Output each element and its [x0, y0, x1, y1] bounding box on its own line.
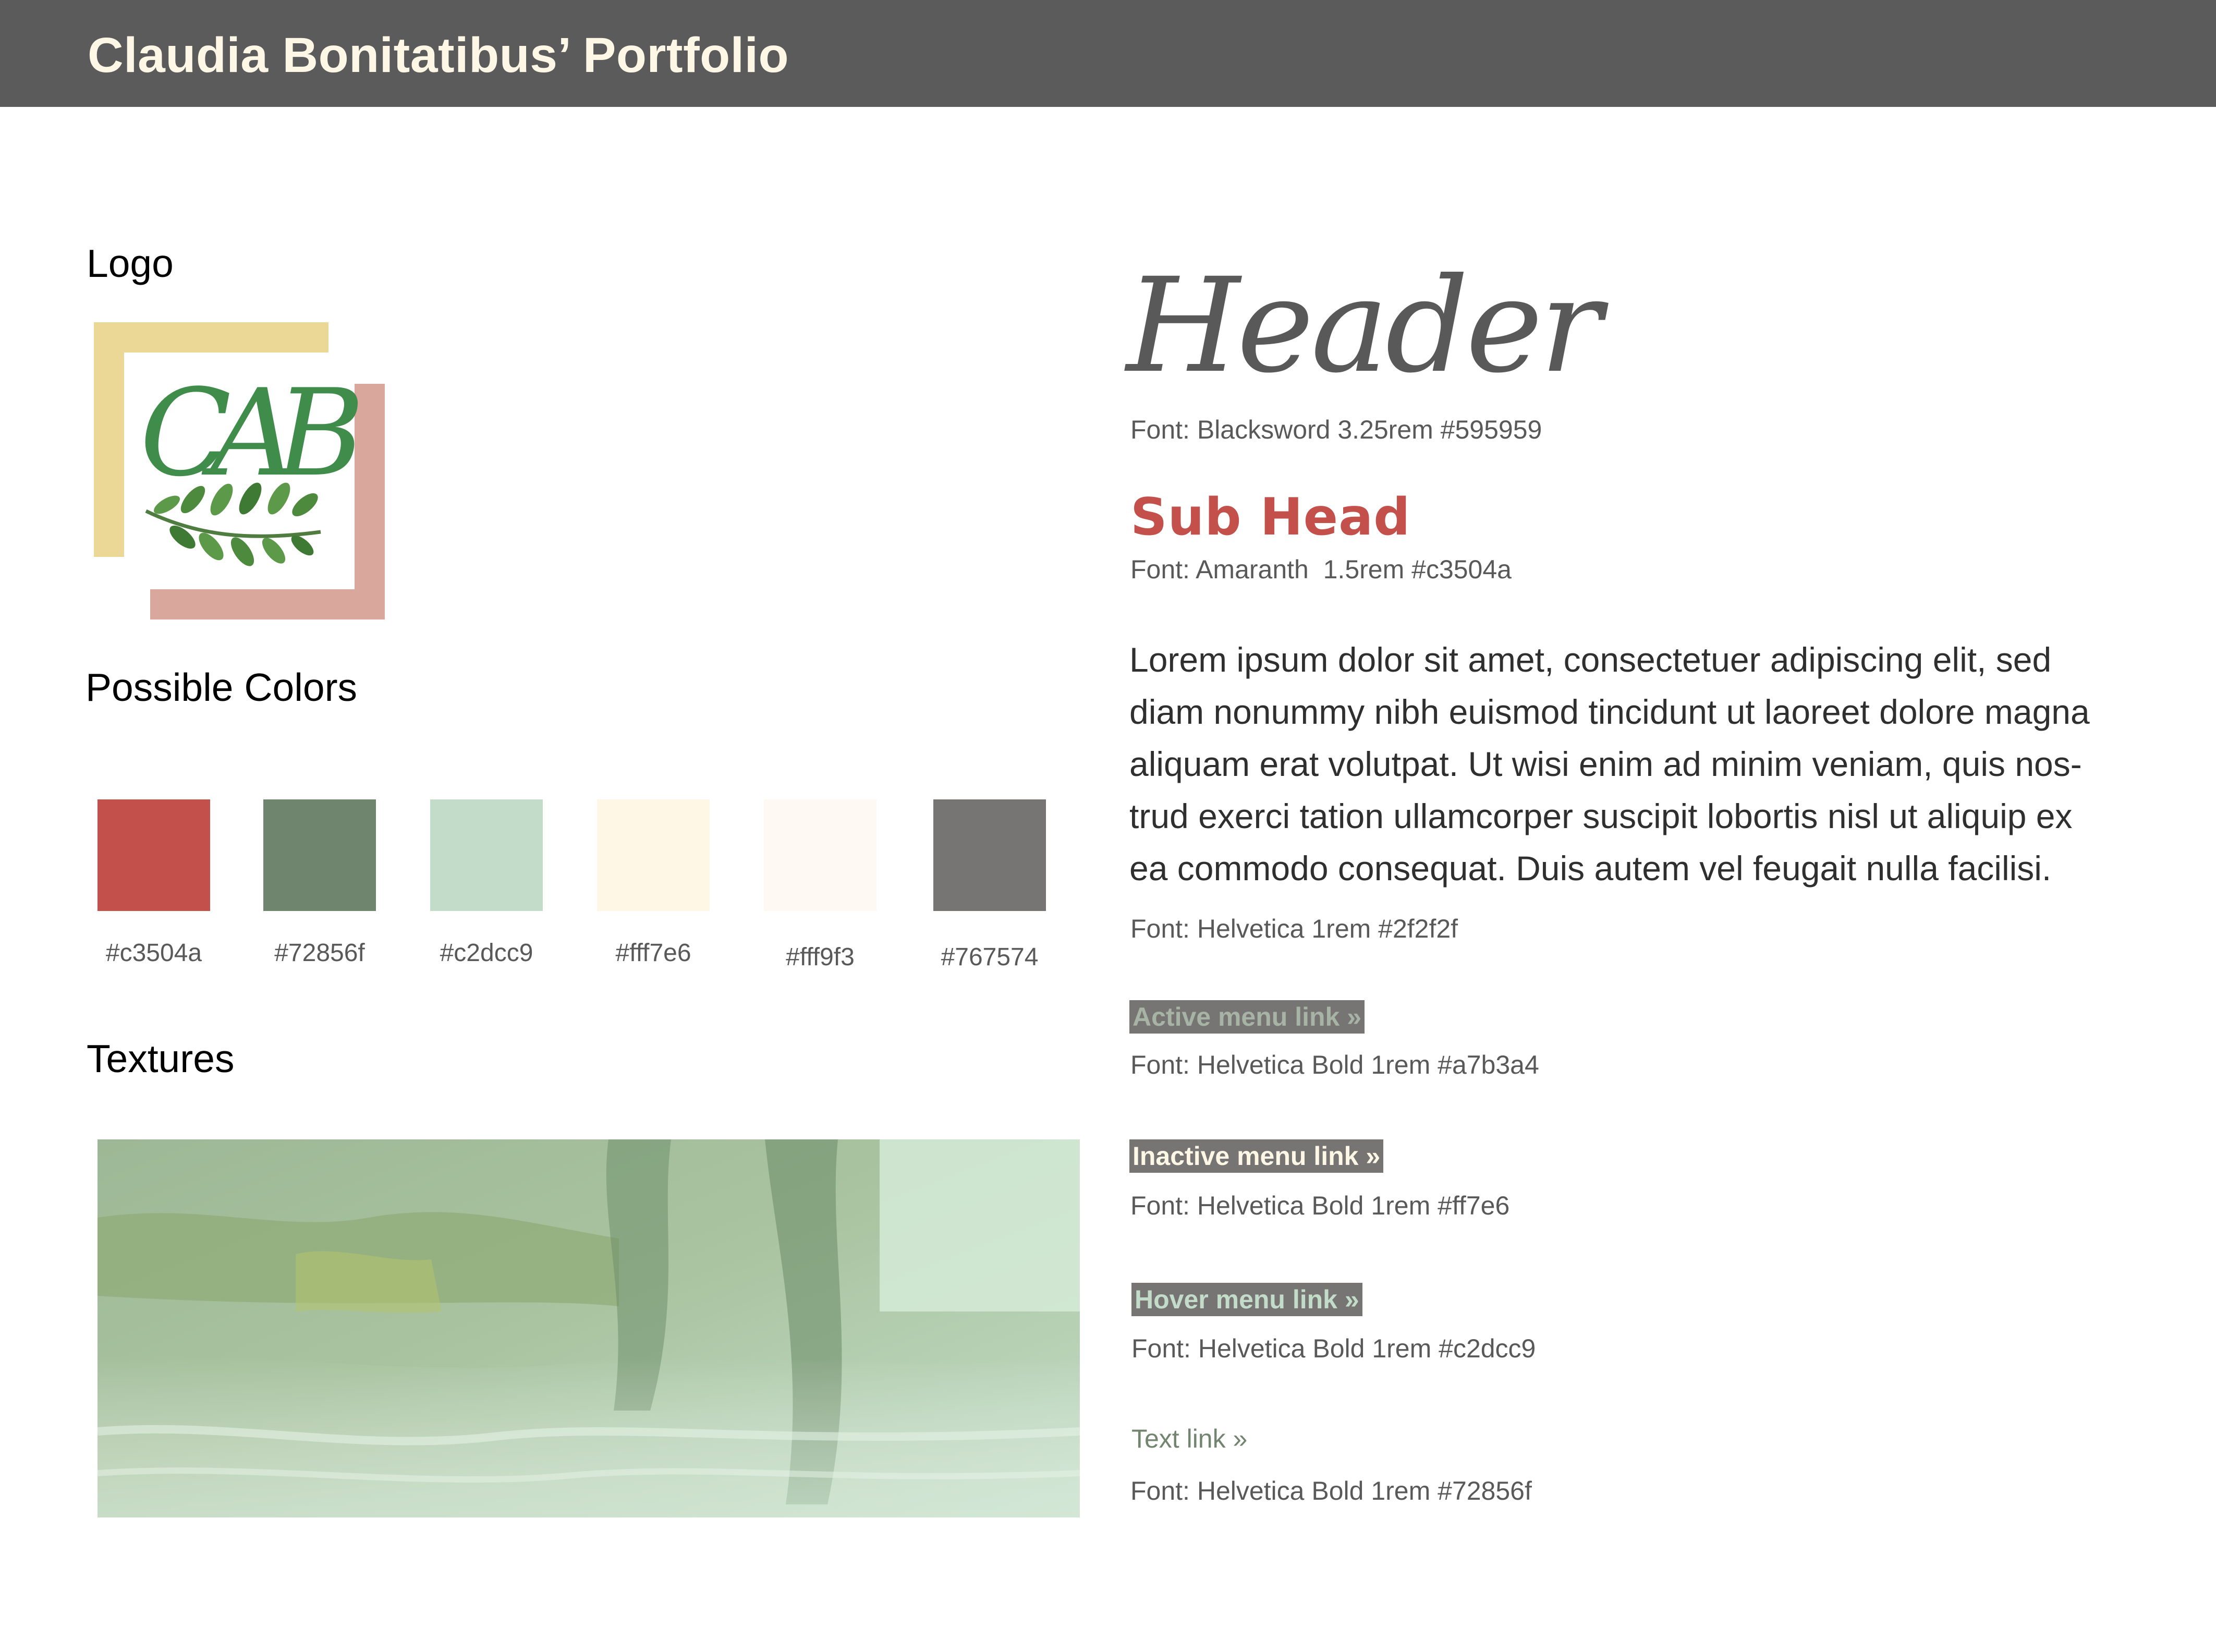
active-menu-link[interactable]: Active menu link » [1129, 1000, 1365, 1034]
swatch-label: #72856f [274, 939, 365, 967]
swatch-label: #c2dcc9 [440, 939, 533, 967]
logo-monogram: CAB [140, 364, 359, 503]
text-link[interactable]: Text link » [1131, 1424, 1247, 1454]
body-font-spec: Font: Helvetica 1rem #2f2f2f [1130, 914, 1458, 943]
water-texture-image [98, 1139, 1080, 1517]
page-title: Claudia Bonitatibus’ Portfolio [88, 28, 789, 83]
colors-heading: Possible Colors [86, 665, 358, 709]
swatch-gray [933, 799, 1046, 911]
top-bar: Claudia Bonitatibus’ Portfolio [0, 0, 2216, 107]
text-link-spec: Font: Helvetica Bold 1rem #72856f [1130, 1476, 1532, 1505]
swatch-label: #c3504a [105, 939, 202, 967]
hover-link-spec: Font: Helvetica Bold 1rem #c2dcc9 [1131, 1334, 1536, 1363]
swatch-label: #fff7e6 [615, 939, 691, 967]
textures-heading: Textures [87, 1037, 235, 1080]
body-font-sample: Lorem ipsum dolor sit amet, consectetuer… [1129, 640, 2090, 888]
hover-menu-link[interactable]: Hover menu link » [1131, 1283, 1362, 1316]
active-link-spec: Font: Helvetica Bold 1rem #a7b3a4 [1130, 1050, 1539, 1079]
swatch-mint [430, 799, 543, 911]
logo-heading: Logo [87, 241, 174, 285]
inactive-link-spec: Font: Helvetica Bold 1rem #ff7e6 [1130, 1191, 1510, 1220]
swatch-ivory [764, 799, 876, 911]
swatch-green [263, 799, 376, 911]
swatch-cream [597, 799, 710, 911]
subhead-font-spec: Font: Amaranth 1.5rem #c3504a [1130, 555, 1512, 584]
header-font-spec: Font: Blacksword 3.25rem #595959 [1130, 415, 1542, 444]
logo: CAB [94, 322, 386, 620]
header-font-sample: Header [1126, 250, 1602, 402]
swatch-label: #767574 [941, 943, 1039, 971]
logo-image: CAB [94, 322, 385, 620]
swatch-label: #fff9f3 [786, 943, 855, 971]
inactive-menu-link[interactable]: Inactive menu link » [1129, 1139, 1384, 1173]
subhead-font-sample: Sub Head [1130, 488, 1411, 547]
swatch-red [98, 799, 210, 911]
